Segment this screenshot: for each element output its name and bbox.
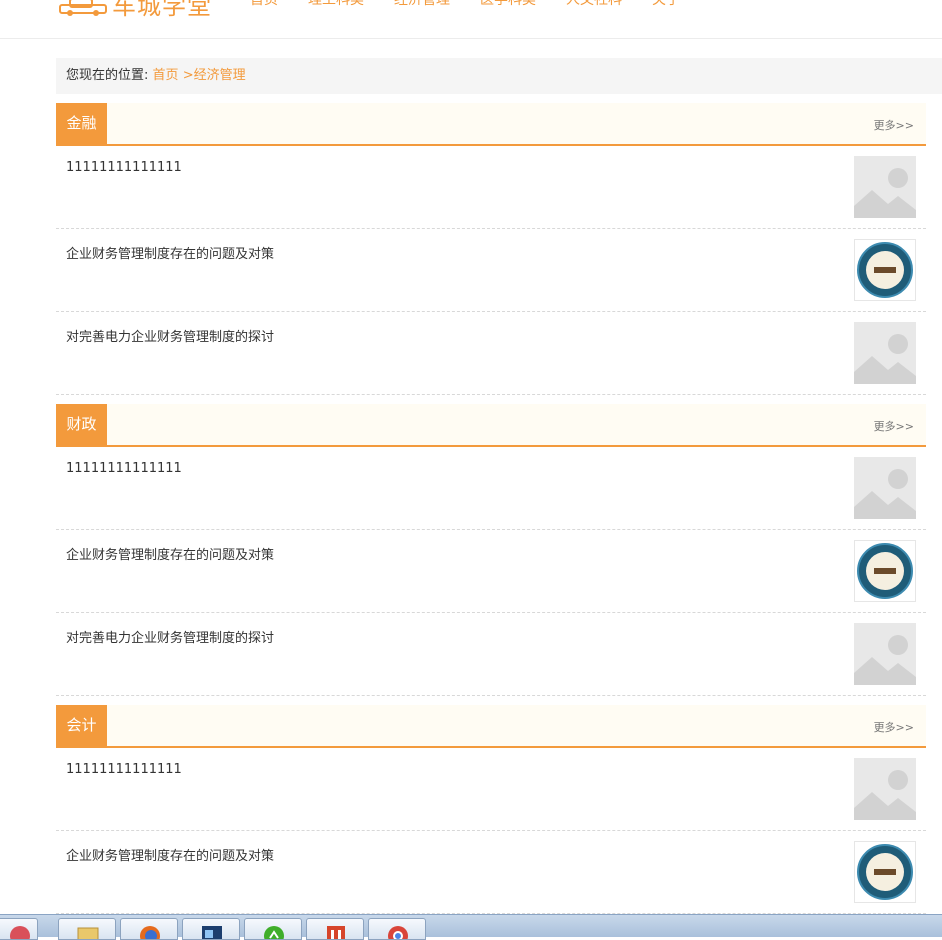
logo-car-icon — [58, 0, 108, 17]
section-title[interactable]: 财政 — [56, 404, 107, 445]
list-item[interactable]: 11111111111111 — [56, 146, 926, 229]
more-link[interactable]: 更多>> — [874, 117, 914, 133]
taskbar-app-explorer[interactable] — [58, 918, 116, 940]
hbuilder-icon — [323, 922, 349, 939]
section-finance: 金融 更多>> 11111111111111 企业财务管理制度存在的问题及对策 … — [56, 103, 926, 395]
site-header: 车城学堂 首页 理工科类 经济管理 医学科类 人文社科 关于 — [0, 0, 942, 39]
nav-item-about[interactable]: 关于 — [652, 0, 680, 10]
article-title[interactable]: 企业财务管理制度存在的问题及对策 — [66, 845, 274, 864]
firefox-icon — [137, 922, 163, 939]
breadcrumb-home-link[interactable]: 首页 — [153, 68, 179, 83]
section-title[interactable]: 会计 — [56, 705, 107, 746]
section-accounting: 会计 更多>> 11111111111111 企业财务管理制度存在的问题及对策 — [56, 705, 926, 914]
nav-item-humanities[interactable]: 人文社科 — [566, 0, 622, 10]
taskbar-app-chrome[interactable] — [368, 918, 426, 940]
list-item[interactable]: 企业财务管理制度存在的问题及对策 — [56, 530, 926, 613]
article-title[interactable]: 企业财务管理制度存在的问题及对策 — [66, 544, 274, 563]
list-item[interactable]: 11111111111111 — [56, 748, 926, 831]
nav-item-medicine[interactable]: 医学科类 — [480, 0, 536, 10]
list-item[interactable]: 11111111111111 — [56, 447, 926, 530]
list-item[interactable]: 企业财务管理制度存在的问题及对策 — [56, 229, 926, 312]
green-app-icon — [261, 922, 287, 939]
list-item[interactable]: 对完善电力企业财务管理制度的探讨 — [56, 613, 926, 696]
more-link[interactable]: 更多>> — [874, 418, 914, 434]
start-orb-icon — [7, 922, 33, 939]
emblem-logo-icon[interactable] — [854, 841, 916, 903]
article-title[interactable]: 对完善电力企业财务管理制度的探讨 — [66, 326, 274, 345]
article-title[interactable]: 11111111111111 — [66, 461, 182, 476]
start-button[interactable] — [0, 918, 38, 940]
section-header: 财政 更多>> — [56, 404, 926, 447]
taskbar-app-firefox[interactable] — [120, 918, 178, 940]
more-link[interactable]: 更多>> — [874, 719, 914, 735]
placeholder-image-icon[interactable] — [854, 156, 916, 218]
list-item[interactable]: 企业财务管理制度存在的问题及对策 — [56, 831, 926, 914]
emblem-logo-icon[interactable] — [854, 540, 916, 602]
article-title[interactable]: 11111111111111 — [66, 160, 182, 175]
section-header: 金融 更多>> — [56, 103, 926, 146]
taskbar-app-photoshop[interactable] — [182, 918, 240, 940]
list-item[interactable]: 对完善电力企业财务管理制度的探讨 — [56, 312, 926, 395]
article-title[interactable]: 对完善电力企业财务管理制度的探讨 — [66, 627, 274, 646]
placeholder-image-icon[interactable] — [854, 758, 916, 820]
breadcrumb-prefix: 您现在的位置: — [66, 68, 149, 83]
section-fiscal: 财政 更多>> 11111111111111 企业财务管理制度存在的问题及对策 … — [56, 404, 926, 696]
section-title[interactable]: 金融 — [56, 103, 107, 144]
site-logo[interactable]: 车城学堂 — [58, 0, 212, 20]
emblem-logo-icon[interactable] — [854, 239, 916, 301]
nav-item-economics[interactable]: 经济管理 — [394, 0, 450, 10]
chrome-icon — [385, 922, 411, 939]
placeholder-image-icon[interactable] — [854, 322, 916, 384]
breadcrumb: 您现在的位置: 首页 >经济管理 — [56, 58, 942, 94]
nav-item-home[interactable]: 首页 — [250, 0, 278, 10]
article-title[interactable]: 企业财务管理制度存在的问题及对策 — [66, 243, 274, 262]
file-explorer-icon — [75, 922, 101, 939]
article-title[interactable]: 11111111111111 — [66, 762, 182, 777]
nav-item-science[interactable]: 理工科类 — [308, 0, 364, 10]
section-header: 会计 更多>> — [56, 705, 926, 748]
taskbar-app-green[interactable] — [244, 918, 302, 940]
main-nav: 首页 理工科类 经济管理 医学科类 人文社科 关于 — [250, 0, 710, 10]
placeholder-image-icon[interactable] — [854, 623, 916, 685]
taskbar-app-hbuilder[interactable] — [306, 918, 364, 940]
breadcrumb-current[interactable]: >经济管理 — [183, 68, 246, 83]
photoshop-icon — [199, 922, 225, 939]
placeholder-image-icon[interactable] — [854, 457, 916, 519]
logo-text: 车城学堂 — [112, 0, 212, 20]
os-taskbar — [0, 914, 942, 940]
